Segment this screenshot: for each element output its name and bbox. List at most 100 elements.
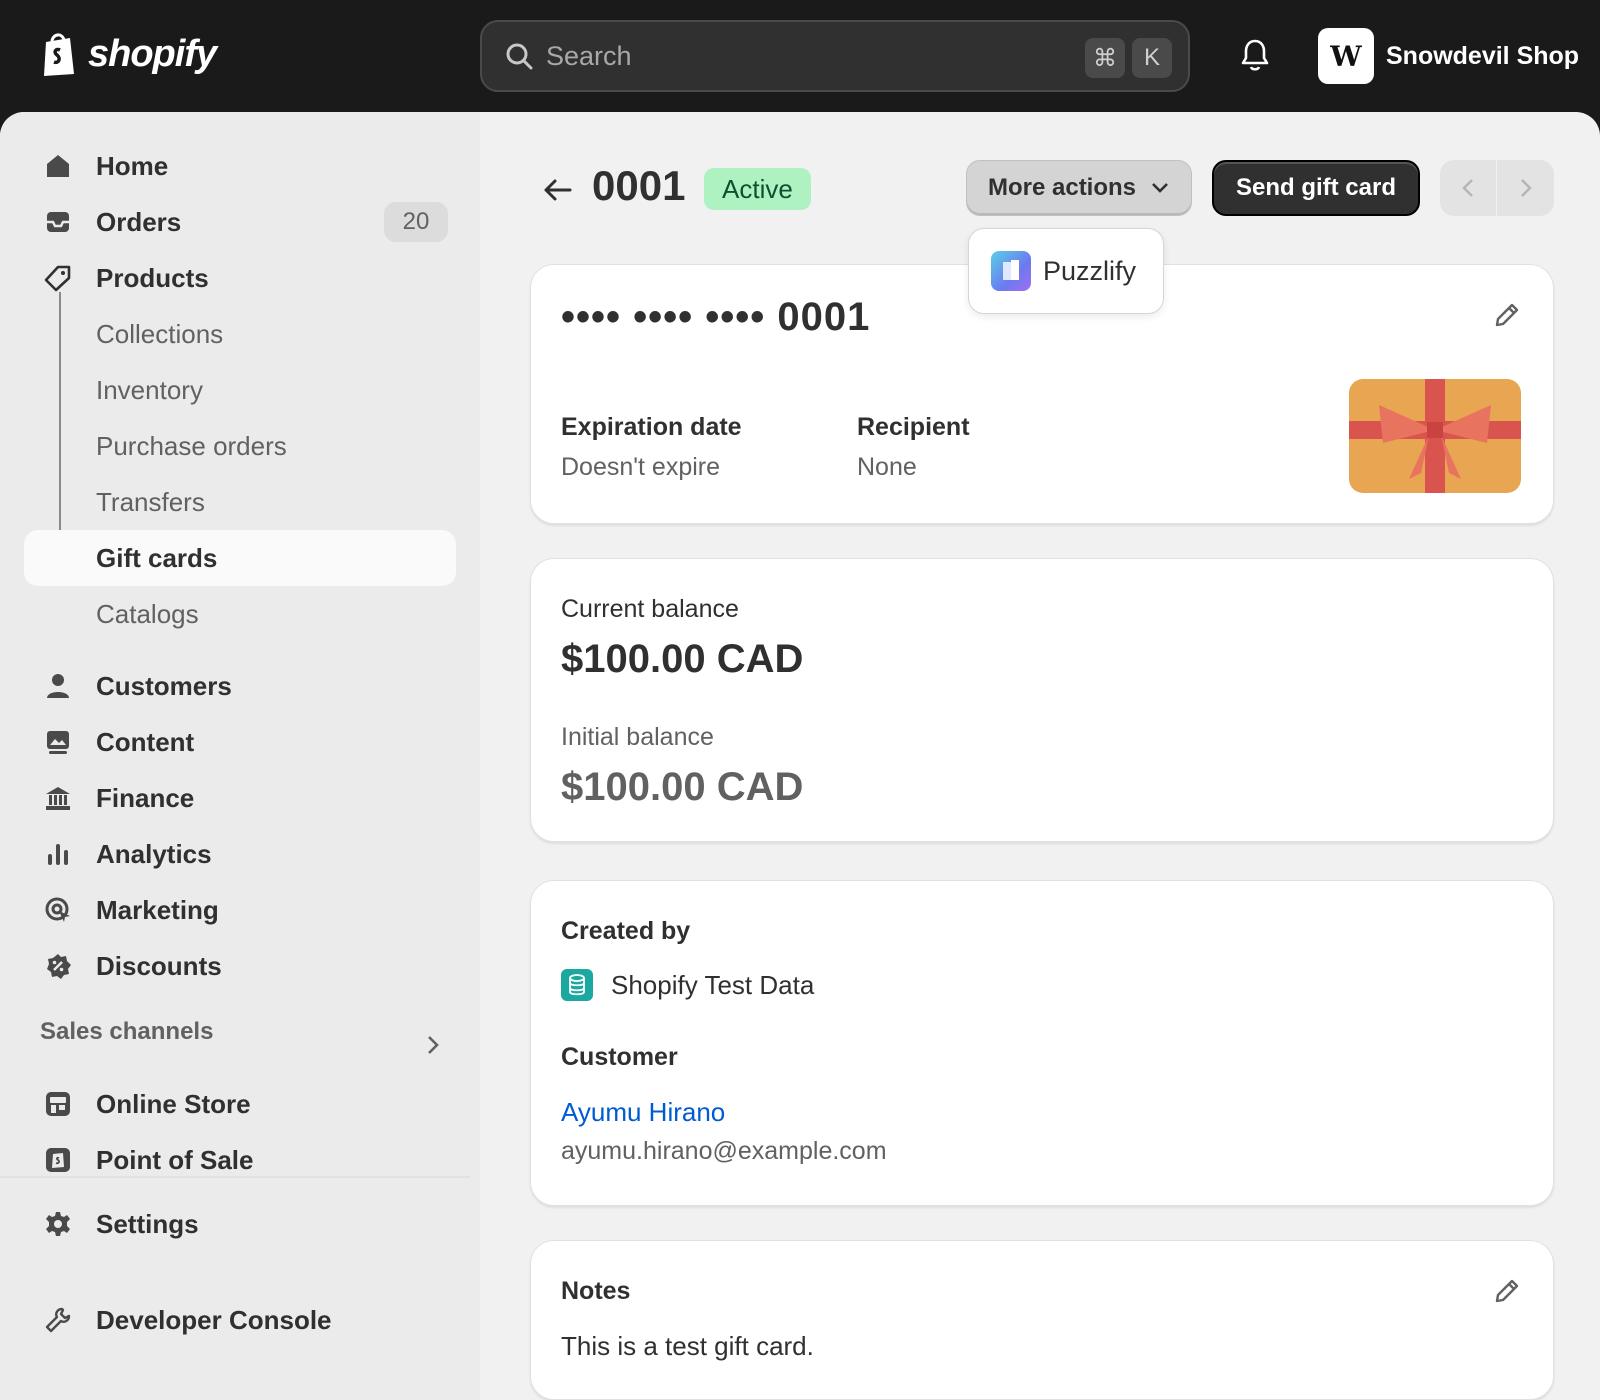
details-card: Created by Shopify Test Data Customer Ay… [530, 880, 1554, 1206]
content-image-icon [47, 731, 69, 754]
gift-card-image [1349, 379, 1521, 493]
nav-finance[interactable]: Finance [24, 770, 456, 826]
nav-gift-cards-label: Gift cards [96, 542, 218, 573]
nav-transfers-label: Transfers [96, 486, 205, 517]
nav-content-label: Content [96, 726, 195, 757]
gear-icon [46, 1212, 70, 1236]
nav-catalogs-label: Catalogs [96, 598, 199, 629]
search-input[interactable] [546, 40, 1066, 72]
shortcut-cmd-key: ⌘ [1085, 38, 1125, 78]
pencil-icon[interactable] [1491, 299, 1523, 331]
notes-label: Notes [561, 1277, 631, 1305]
customer-label: Customer [561, 1043, 678, 1071]
more-actions-button[interactable]: More actions [966, 160, 1192, 216]
nav-inventory[interactable]: Inventory [24, 362, 456, 418]
nav-catalogs[interactable]: Catalogs [24, 586, 456, 642]
nav-online-store-label: Online Store [96, 1088, 251, 1119]
main-frame: Home Orders 20 Products Collections Inve… [0, 112, 1600, 1400]
nav-customers[interactable]: Customers [24, 658, 456, 714]
shopify-bag-icon [44, 33, 74, 76]
nav-purchase-orders[interactable]: Purchase orders [24, 418, 456, 474]
nav-transfers[interactable]: Transfers [24, 474, 456, 530]
created-by-label: Created by [561, 917, 691, 945]
balance-card: Current balance $100.00 CAD Initial bala… [530, 558, 1554, 842]
creator-row: Shopify Test Data [561, 969, 814, 1001]
nav-gift-cards[interactable]: Gift cards [24, 530, 456, 586]
nav-discounts[interactable]: Discounts [24, 938, 456, 994]
nav-developer-console[interactable]: Developer Console [24, 1292, 456, 1348]
chevron-right-icon[interactable] [426, 1034, 440, 1056]
nav-analytics[interactable]: Analytics [24, 826, 456, 882]
bell-icon[interactable] [1240, 38, 1270, 72]
puzzle-piece-icon [1003, 260, 1019, 280]
nav-settings[interactable]: Settings [24, 1196, 456, 1252]
bar-chart-icon [48, 844, 68, 865]
nav-home[interactable]: Home [24, 138, 456, 194]
database-app-icon [561, 969, 593, 1001]
pencil-icon[interactable] [1491, 1275, 1523, 1307]
menu-item-puzzlify[interactable]: Puzzlify [1043, 256, 1136, 287]
nav-collections[interactable]: Collections [24, 306, 456, 362]
nav-orders-label: Orders [96, 206, 182, 237]
recipient-label: Recipient [857, 413, 970, 441]
nav-marketing[interactable]: Marketing [24, 882, 456, 938]
nav-point-of-sale[interactable]: Point of Sale [24, 1132, 456, 1188]
nav-inventory-label: Inventory [96, 374, 203, 405]
nav-point-of-sale-label: Point of Sale [96, 1144, 254, 1175]
initial-balance-label: Initial balance [561, 723, 714, 751]
database-icon [569, 974, 585, 996]
previous-page-button[interactable] [1440, 160, 1497, 216]
search-bar[interactable]: ⌘ K [480, 20, 1190, 92]
customer-email: ayumu.hirano@example.com [561, 1137, 887, 1165]
expiration-date-value: Doesn't expire [561, 453, 721, 481]
store-avatar: W [1318, 28, 1374, 84]
nav-online-store[interactable]: Online Store [24, 1076, 456, 1132]
orders-inbox-icon [47, 212, 69, 232]
sidebar: Home Orders 20 Products Collections Inve… [0, 112, 480, 1400]
store-name: Snowdevil Shop [1386, 41, 1580, 70]
nav-customers-label: Customers [96, 670, 232, 701]
pos-bag-icon [46, 1148, 70, 1172]
nav-orders[interactable]: Orders 20 [24, 194, 456, 250]
initial-balance-value: $100.00 CAD [561, 765, 804, 809]
nav-discounts-label: Discounts [96, 950, 222, 981]
shortcut-k-key: K [1132, 38, 1172, 78]
top-bar: shopify ⌘ K W Snowdevil Shop [0, 0, 1600, 112]
nav-finance-label: Finance [96, 782, 195, 813]
nav-collections-label: Collections [96, 318, 224, 349]
nav-products[interactable]: Products [24, 250, 456, 306]
home-icon [47, 155, 69, 177]
masked-code: •••• •••• •••• 0001 [561, 295, 871, 339]
chevron-left-icon [1462, 179, 1473, 197]
target-cursor-icon [45, 897, 70, 922]
more-actions-label: More actions [987, 174, 1137, 201]
notes-card: Notes This is a test gift card. [530, 1240, 1554, 1400]
next-page-button[interactable] [1497, 160, 1554, 216]
customer-name-link[interactable]: Ayumu Hirano [561, 1097, 725, 1128]
nav-analytics-label: Analytics [96, 838, 212, 869]
more-actions-menu[interactable]: Puzzlify [968, 228, 1164, 314]
storefront-icon [46, 1092, 70, 1116]
pagination [1440, 160, 1554, 216]
search-icon [506, 43, 533, 70]
discount-badge-icon [47, 954, 71, 979]
created-by-value: Shopify Test Data [611, 969, 815, 1000]
status-badge: Active [704, 168, 811, 210]
wrench-icon [45, 1307, 71, 1333]
chevron-down-icon [1152, 183, 1168, 193]
store-switcher[interactable]: W Snowdevil Shop [1318, 28, 1579, 84]
nav-developer-console-label: Developer Console [96, 1304, 332, 1335]
back-arrow-icon[interactable] [540, 172, 576, 208]
sidebar-divider [0, 1176, 470, 1178]
page-title: 0001 [592, 162, 686, 209]
tag-icon [44, 265, 71, 292]
recipient-value: None [857, 453, 917, 481]
sales-channels-heading: Sales channels [40, 1018, 214, 1045]
send-gift-card-button[interactable]: Send gift card [1212, 160, 1420, 216]
nav-settings-label: Settings [96, 1208, 199, 1239]
expiration-date-label: Expiration date [561, 413, 742, 441]
nav-content[interactable]: Content [24, 714, 456, 770]
puzzlify-app-icon [991, 251, 1031, 291]
shopify-logo[interactable]: shopify [40, 30, 217, 78]
chevron-right-icon [1520, 179, 1532, 197]
